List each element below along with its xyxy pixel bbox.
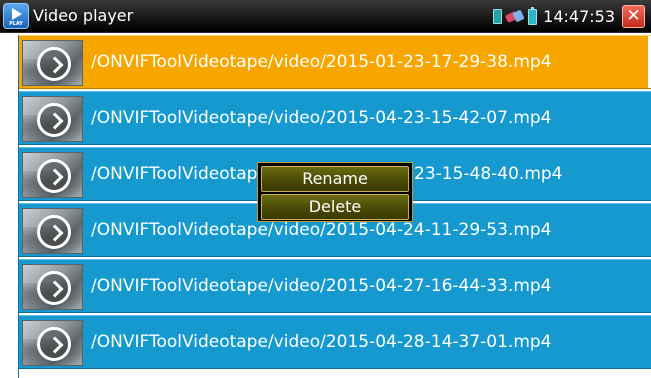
play-icon [37, 215, 71, 249]
app-icon-label: PLAY [9, 21, 23, 27]
video-file-row[interactable]: /ONVIFToolVideotape/video/2015-04-23-15-… [19, 91, 651, 145]
window-title: Video player [33, 6, 134, 25]
video-file-row[interactable]: /ONVIFToolVideotape/video/2015-01-23-17-… [19, 35, 651, 89]
sd-card-icon [493, 9, 503, 24]
video-file-path: /ONVIFToolVideotap [91, 164, 258, 184]
video-file-row[interactable]: /ONVIFToolVideotape/video/2015-04-28-14-… [19, 315, 651, 369]
clock: 14:47:53 [543, 6, 615, 26]
play-triangle-icon [12, 8, 22, 20]
status-bar: 14:47:53 ✕ [493, 3, 645, 30]
close-icon: ✕ [626, 6, 641, 26]
play-icon [37, 271, 71, 305]
title-bar: PLAY Video player 14:47:53 ✕ [0, 0, 651, 33]
play-icon [37, 159, 71, 193]
play-icon [37, 103, 71, 137]
video-file-path-tail: 23-15-48-40.mp4 [414, 164, 563, 184]
video-player-screen: PLAY Video player 14:47:53 ✕ /ONVIFToolV… [0, 0, 651, 378]
video-player-app-icon: PLAY [3, 3, 29, 29]
video-file-path: /ONVIFToolVideotape/video/2015-04-23-15-… [91, 108, 552, 128]
video-file-row[interactable]: /ONVIFToolVideotape/video/2015-04-27-16-… [19, 259, 651, 313]
file-context-menu: Rename Delete [257, 162, 413, 222]
battery-icon [528, 6, 538, 25]
video-thumbnail [22, 40, 83, 86]
video-thumbnail [22, 152, 83, 198]
video-thumbnail [22, 208, 83, 254]
close-button[interactable]: ✕ [622, 5, 645, 28]
video-thumbnail [22, 96, 83, 142]
video-file-path: /ONVIFToolVideotape/video/2015-01-23-17-… [91, 52, 552, 72]
delete-menu-item[interactable]: Delete [261, 194, 409, 220]
play-icon [37, 47, 71, 81]
usb-icon [504, 9, 525, 23]
video-thumbnail [22, 264, 83, 310]
video-thumbnail [22, 320, 83, 366]
video-file-path: /ONVIFToolVideotape/video/2015-04-27-16-… [91, 276, 552, 296]
video-file-path: /ONVIFToolVideotape/video/2015-04-28-14-… [91, 332, 552, 352]
rename-menu-item[interactable]: Rename [261, 166, 409, 192]
play-icon [37, 327, 71, 361]
